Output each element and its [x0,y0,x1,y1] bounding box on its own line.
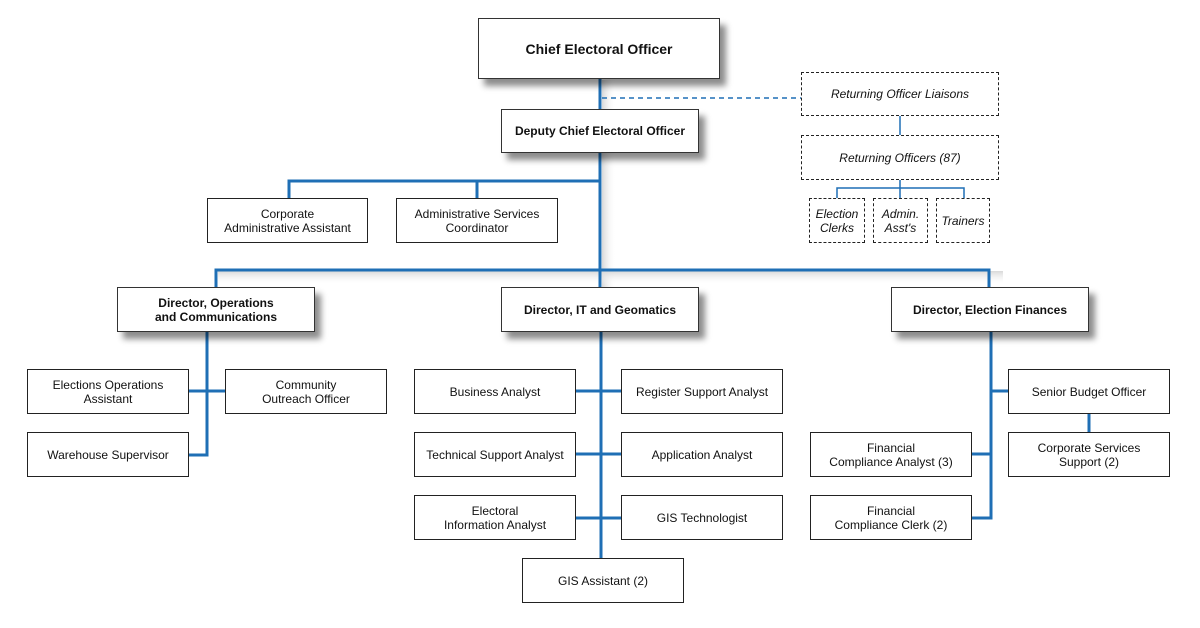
director-finance-box[interactable]: Director, Election Finances [891,287,1089,332]
connector-operations [189,332,225,457]
box-label: Trainers [941,213,985,228]
box-label: Administrative Services Coordinator [414,206,540,235]
connector-shadow [218,271,1003,285]
box-label: Director, Election Finances [912,302,1068,317]
connector-returning-staff [836,180,965,198]
box-label: GIS Assistant (2) [557,573,649,588]
box-label: Deputy Chief Electoral Officer [514,124,686,138]
business-analyst-box[interactable]: Business Analyst [414,369,576,414]
connector-it [576,332,621,558]
trainers-box[interactable]: Trainers [936,198,990,243]
box-label: Director, Operations and Communications [154,295,277,324]
returning-officer-liaisons-box[interactable]: Returning Officer Liaisons [801,72,999,116]
box-label: Admin. Asst's [881,206,920,235]
box-label: Technical Support Analyst [426,447,564,462]
box-label: Register Support Analyst [635,384,769,399]
box-label: Corporate Administrative Assistant [224,206,351,235]
box-label: Senior Budget Officer [1031,384,1147,399]
connector-finance [972,332,1008,520]
director-operations-box[interactable]: Director, Operations and Communications [117,287,315,332]
deputy-chief-electoral-officer-box[interactable]: Deputy Chief Electoral Officer [501,109,699,153]
box-label: Returning Officers (87) [839,150,961,165]
warehouse-supervisor-box[interactable]: Warehouse Supervisor [27,432,189,477]
returning-officers-box[interactable]: Returning Officers (87) [801,135,999,180]
administrative-services-coordinator-box[interactable]: Administrative Services Coordinator [396,198,558,243]
box-label: Elections Operations Assistant [52,377,164,406]
election-clerks-box[interactable]: Election Clerks [809,198,865,243]
box-label: Director, IT and Geomatics [523,302,677,317]
electoral-information-analyst-box[interactable]: Electoral Information Analyst [414,495,576,540]
box-label: Corporate Services Support (2) [1037,440,1141,469]
corporate-services-support-box[interactable]: Corporate Services Support (2) [1008,432,1170,477]
box-label: Chief Electoral Officer [525,40,673,57]
elections-operations-assistant-box[interactable]: Elections Operations Assistant [27,369,189,414]
box-label: Returning Officer Liaisons [830,87,970,101]
director-it-box[interactable]: Director, IT and Geomatics [501,287,699,332]
chief-electoral-officer-box[interactable]: Chief Electoral Officer [478,18,720,79]
application-analyst-box[interactable]: Application Analyst [621,432,783,477]
corporate-administrative-assistant-box[interactable]: Corporate Administrative Assistant [207,198,368,243]
box-label: Business Analyst [449,384,541,399]
financial-compliance-analyst-box[interactable]: Financial Compliance Analyst (3) [810,432,972,477]
gis-assistant-box[interactable]: GIS Assistant (2) [522,558,684,603]
gis-technologist-box[interactable]: GIS Technologist [621,495,783,540]
box-label: Application Analyst [651,447,753,462]
admin-assistants-box[interactable]: Admin. Asst's [873,198,928,243]
box-label: Financial Compliance Clerk (2) [834,503,948,532]
box-label: Financial Compliance Analyst (3) [829,440,953,469]
box-label: Election Clerks [815,206,859,235]
connector-deputy-staff [287,179,600,198]
box-label: GIS Technologist [656,510,748,525]
financial-compliance-clerk-box[interactable]: Financial Compliance Clerk (2) [810,495,972,540]
box-label: Electoral Information Analyst [443,503,547,532]
box-label: Community Outreach Officer [262,377,350,406]
technical-support-analyst-box[interactable]: Technical Support Analyst [414,432,576,477]
box-label: Warehouse Supervisor [47,447,169,462]
senior-budget-officer-box[interactable]: Senior Budget Officer [1008,369,1170,414]
register-support-analyst-box[interactable]: Register Support Analyst [621,369,783,414]
community-outreach-officer-box[interactable]: Community Outreach Officer [225,369,387,414]
